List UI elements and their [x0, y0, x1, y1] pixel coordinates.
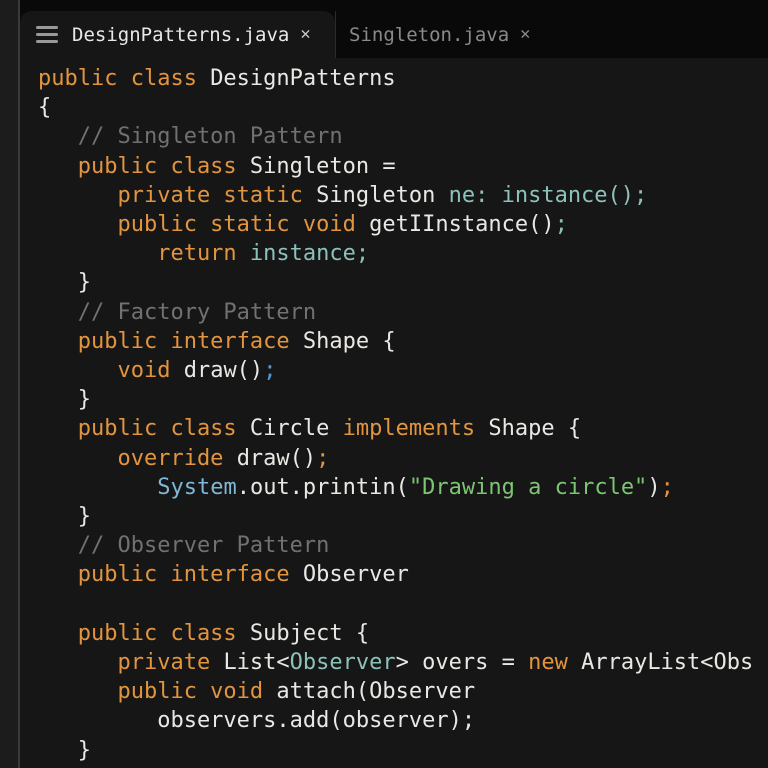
code-token: // Observer Pattern — [38, 533, 330, 559]
code-line: } — [38, 736, 768, 765]
code-token: Shape { — [302, 328, 396, 354]
code-token: Observer — [302, 562, 409, 588]
code-token: Circle — [249, 416, 343, 442]
code-token: private static — [38, 182, 317, 208]
code-line: public interface Observer — [38, 560, 768, 589]
code-token: public interface — [38, 562, 303, 588]
code-token: override — [38, 445, 237, 471]
code-line: System.out.printin("Drawing a circle"); — [38, 473, 768, 502]
code-token: Singleton — [316, 182, 449, 208]
code-token: new — [528, 650, 568, 676]
code-token: Singleton = — [249, 153, 396, 179]
code-token: ; — [263, 358, 277, 384]
code-token: draw() — [183, 358, 264, 384]
menu-icon[interactable] — [36, 26, 58, 43]
code-token: instance; — [249, 241, 370, 267]
code-token: } — [38, 270, 91, 296]
code-token: public class — [38, 416, 250, 442]
code-line: public void attach(Observer — [38, 677, 768, 706]
code-token: { — [38, 95, 52, 121]
code-token: ; — [660, 474, 674, 500]
code-token: ArrayList<Obs — [567, 650, 754, 676]
code-token: ) — [647, 474, 661, 500]
code-area[interactable]: public class DesignPatterns{ // Singleto… — [20, 58, 768, 768]
close-icon[interactable]: ✕ — [520, 26, 530, 43]
code-line: // Singleton Pattern — [38, 122, 768, 151]
code-token: attach(Observer — [276, 679, 476, 705]
code-token: // Singleton Pattern — [38, 124, 343, 150]
code-line: private List<Observer> overs = new Array… — [38, 648, 768, 677]
code-token: .out.printin( — [236, 474, 409, 500]
code-token: Subject { — [249, 620, 370, 646]
code-token: public class — [38, 153, 250, 179]
tab-label: Singleton.java — [349, 23, 510, 46]
code-token: void — [38, 358, 184, 384]
code-token: public class — [38, 66, 211, 91]
code-token: ; — [554, 212, 568, 238]
code-line: public class Subject { — [38, 619, 768, 648]
code-token: } — [38, 504, 91, 530]
code-token: } — [38, 387, 91, 413]
code-token: List< — [223, 650, 290, 676]
code-line: } — [38, 502, 768, 531]
code-token: Shape { — [488, 416, 582, 442]
code-token: observers.add(observer); — [38, 708, 476, 734]
code-line: observers.add(observer); — [38, 706, 768, 735]
tab-bar: DesignPatterns.java ✕ Singleton.java ✕ — [20, 0, 768, 58]
code-token: public static void — [38, 212, 370, 238]
code-token: private — [38, 650, 224, 676]
code-token: "Drawing a circle" — [408, 474, 648, 500]
code-line: return instance; — [38, 239, 768, 268]
code-token: System — [157, 474, 237, 500]
tab-label: DesignPatterns.java — [72, 23, 290, 46]
code-line: public interface Shape { — [38, 327, 768, 356]
tab-singleton[interactable]: Singleton.java ✕ — [336, 11, 554, 58]
code-token: } — [38, 737, 91, 763]
code-line: } — [38, 385, 768, 414]
code-token: // Factory Pattern — [38, 299, 317, 325]
code-token: implements — [342, 416, 489, 442]
code-token: DesignPatterns — [210, 66, 396, 91]
code-line: void draw(); — [38, 356, 768, 385]
code-line: } — [38, 268, 768, 297]
code-token: return — [38, 241, 250, 267]
code-token: ; — [316, 445, 330, 471]
code-line: override draw(); — [38, 444, 768, 473]
code-token: public interface — [38, 328, 303, 354]
code-line: public static void getIInstance(); — [38, 210, 768, 239]
tab-designpatterns[interactable]: DesignPatterns.java ✕ — [20, 11, 335, 58]
code-line: public class Circle implements Shape { — [38, 414, 768, 443]
code-line: // Factory Pattern — [38, 298, 768, 327]
code-token: draw() — [236, 445, 317, 471]
code-token: Observer — [289, 650, 396, 676]
code-line: private static Singleton ne: instance(); — [38, 181, 768, 210]
code-line: public class Singleton = — [38, 152, 768, 181]
code-line: { — [38, 93, 768, 122]
code-token: > overs = — [395, 650, 529, 676]
close-icon[interactable]: ✕ — [300, 26, 310, 43]
code-token: getIInstance() — [369, 212, 555, 238]
code-token: public void — [38, 679, 277, 705]
code-token: public class — [38, 620, 250, 646]
code-line: public class DesignPatterns — [38, 64, 768, 93]
code-line: // Observer Pattern — [38, 531, 768, 560]
editor-window: DesignPatterns.java ✕ Singleton.java ✕ p… — [18, 0, 768, 768]
code-token: ne: instance(); — [448, 182, 648, 208]
